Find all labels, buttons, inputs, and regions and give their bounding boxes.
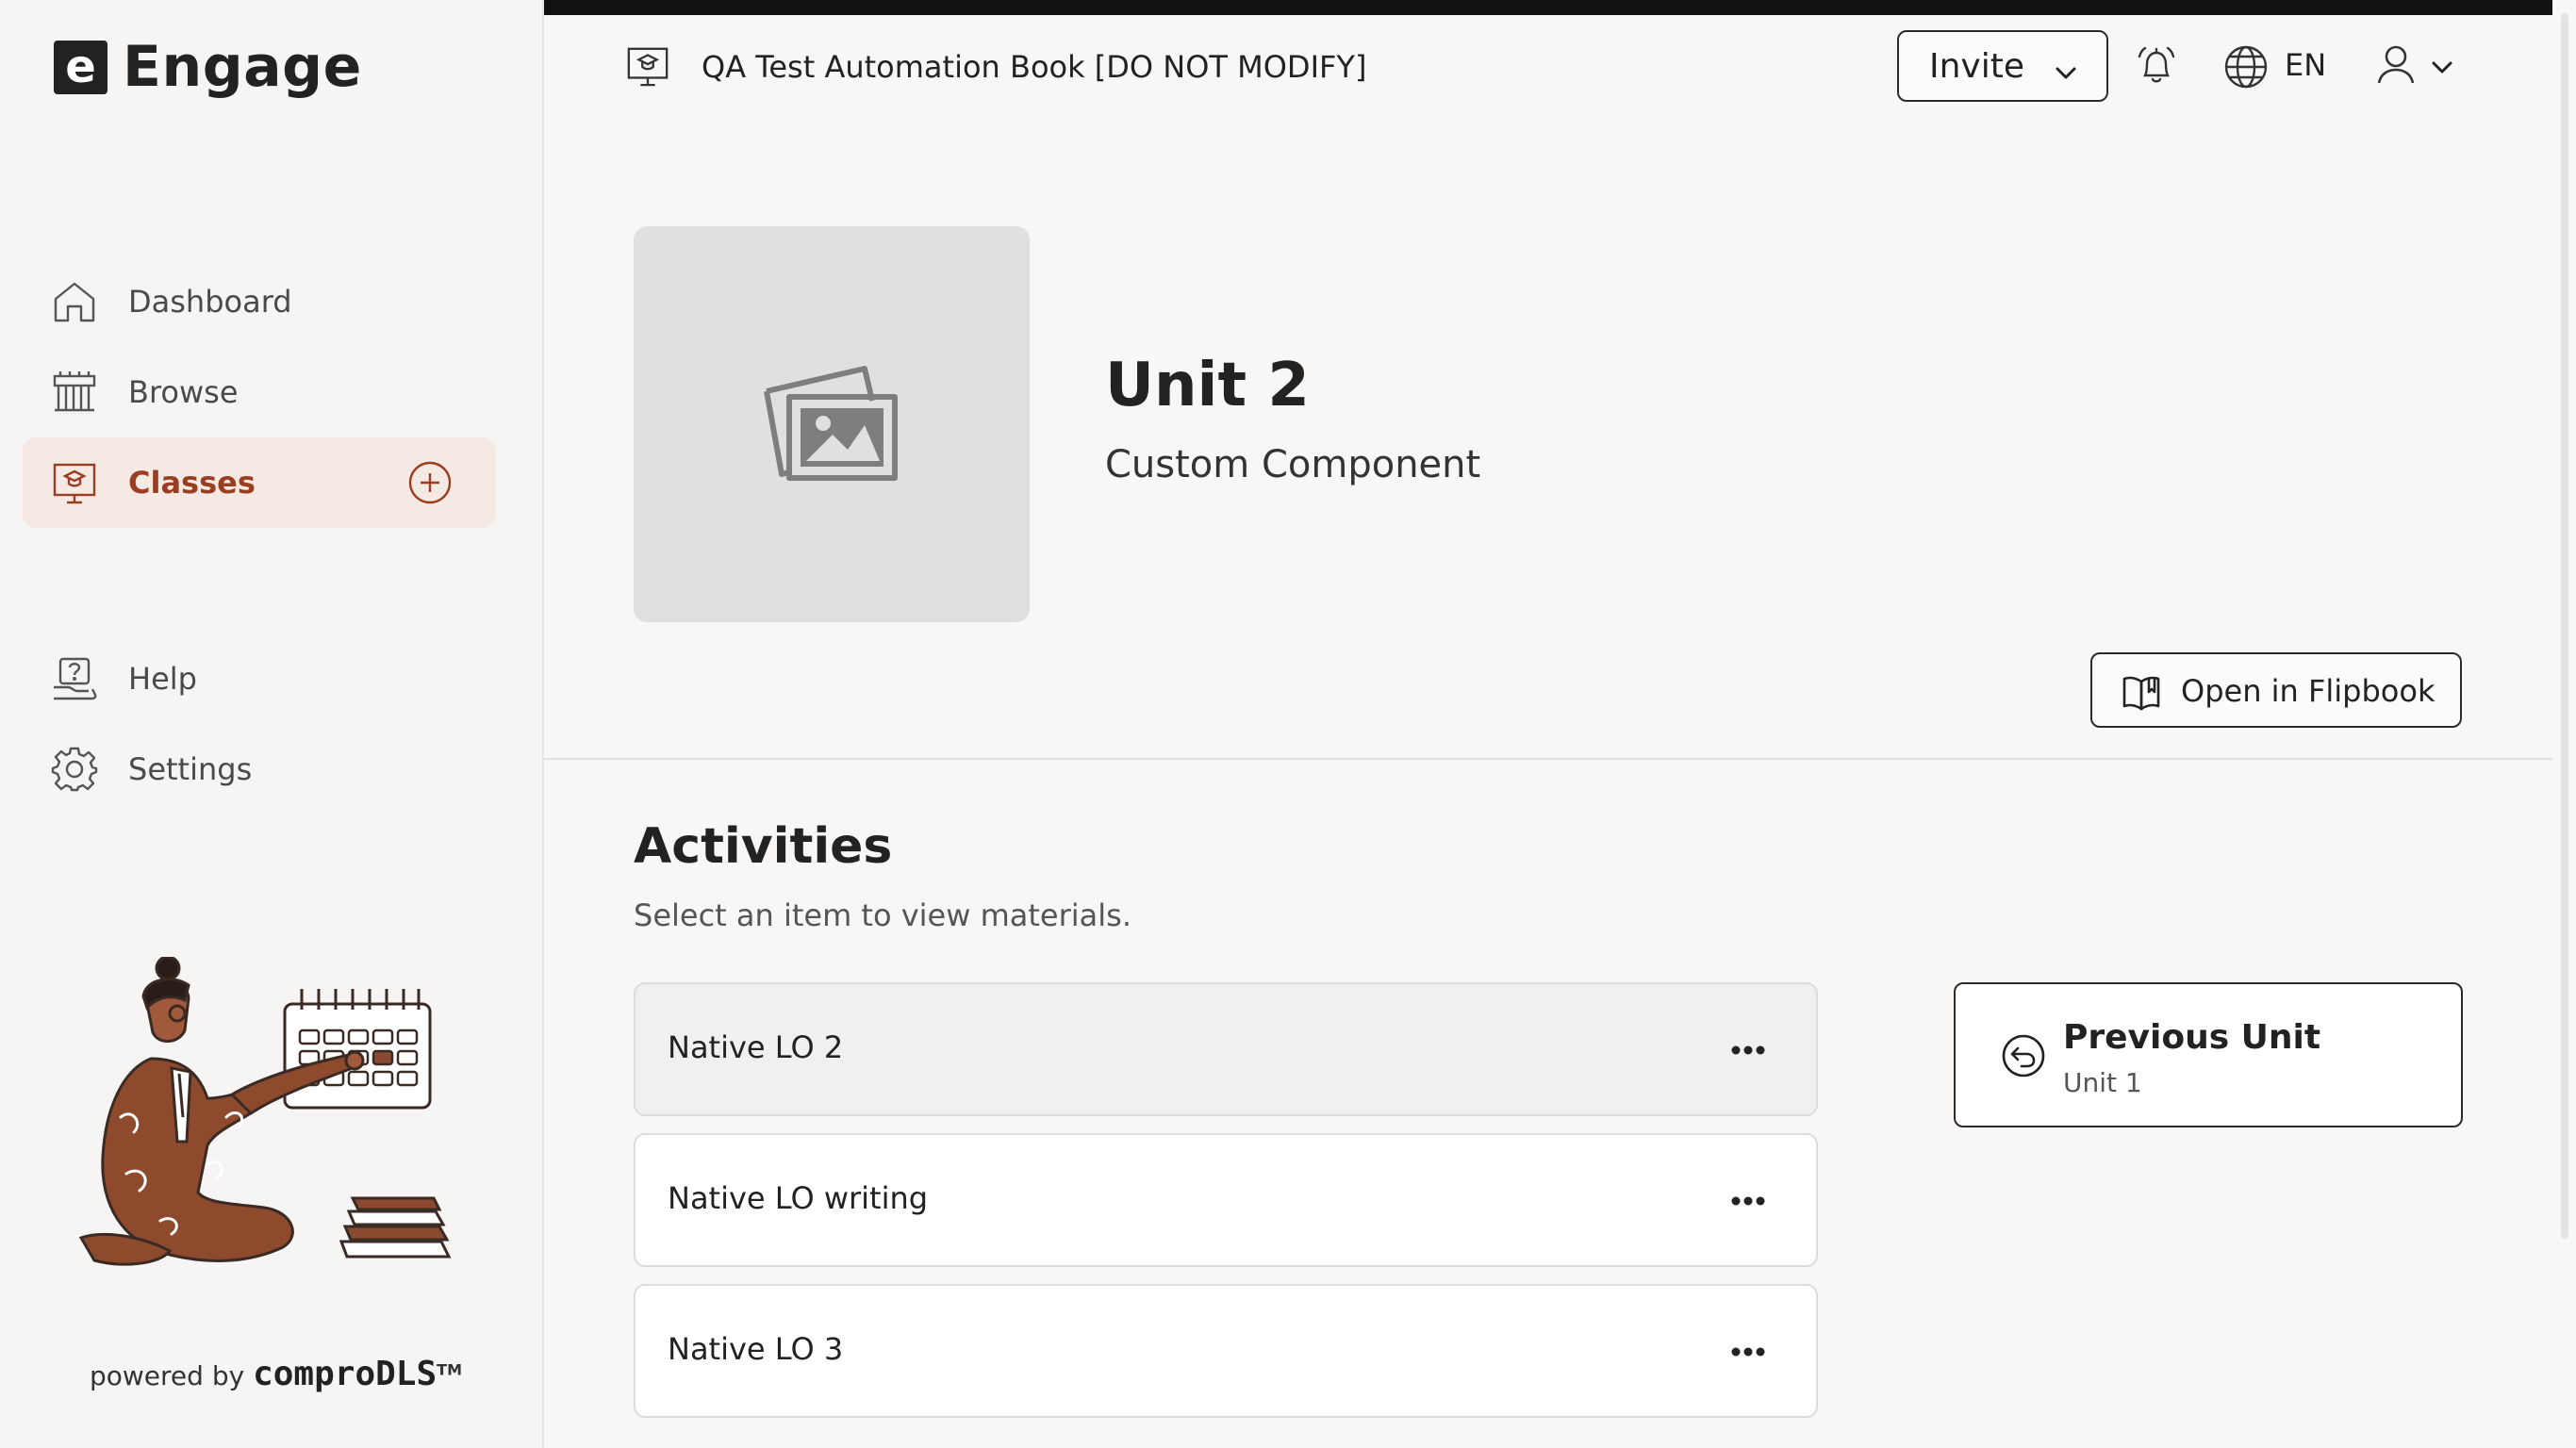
activity-label: Native LO 2 bbox=[668, 1029, 844, 1065]
back-arrow-circle-icon bbox=[2001, 1033, 2046, 1078]
image-placeholder-icon bbox=[764, 366, 898, 481]
invite-button[interactable]: Invite bbox=[1897, 30, 2108, 102]
book-title: QA Test Automation Book [DO NOT MODIFY] bbox=[702, 49, 1367, 85]
header: QA Test Automation Book [DO NOT MODIFY] … bbox=[544, 15, 2552, 119]
powered-brand: comproDLS bbox=[253, 1355, 438, 1393]
gear-icon bbox=[51, 746, 98, 793]
activity-label: Native LO 3 bbox=[668, 1331, 844, 1367]
activity-label: Native LO writing bbox=[668, 1180, 929, 1216]
top-strip bbox=[544, 0, 2552, 15]
chevron-down-icon[interactable] bbox=[2430, 55, 2454, 83]
more-options-icon[interactable] bbox=[1729, 1193, 1767, 1207]
activity-item[interactable]: Native LO writing bbox=[634, 1133, 1818, 1267]
globe-icon[interactable] bbox=[2222, 43, 2270, 90]
sidebar-item-browse[interactable]: Browse bbox=[23, 347, 496, 437]
unit-thumbnail bbox=[634, 226, 1030, 622]
previous-unit-subtitle: Unit 1 bbox=[2063, 1067, 2142, 1098]
add-class-button[interactable] bbox=[407, 460, 453, 505]
powered-by: powered by comproDLSTM bbox=[90, 1355, 462, 1393]
library-icon bbox=[51, 369, 98, 416]
home-icon bbox=[51, 278, 98, 325]
open-book-icon bbox=[2121, 671, 2162, 713]
sidebar-item-label: Browse bbox=[128, 374, 239, 410]
sidebar-item-settings[interactable]: Settings bbox=[23, 724, 496, 814]
classroom-icon bbox=[51, 459, 98, 506]
section-divider bbox=[544, 758, 2552, 760]
sidebar: e Engage Dashboard Browse Classes Help S… bbox=[0, 0, 544, 1448]
sidebar-item-label: Settings bbox=[128, 751, 253, 787]
app-logo[interactable]: e Engage bbox=[54, 34, 362, 100]
activity-item[interactable]: Native LO 3 bbox=[634, 1284, 1818, 1418]
activities-subtitle: Select an item to view materials. bbox=[634, 897, 1131, 933]
scrollbar-thumb[interactable] bbox=[2561, 13, 2568, 1239]
sidebar-item-classes[interactable]: Classes bbox=[23, 437, 496, 528]
teacher-calendar-illustration bbox=[66, 955, 462, 1296]
more-options-icon[interactable] bbox=[1729, 1043, 1767, 1056]
unit-title: Unit 2 bbox=[1105, 351, 1310, 420]
user-icon[interactable] bbox=[2373, 41, 2419, 87]
activities-heading: Activities bbox=[634, 818, 893, 875]
logo-mark: e bbox=[54, 40, 107, 94]
notification-bell-icon[interactable] bbox=[2134, 43, 2179, 89]
classroom-icon bbox=[625, 43, 670, 89]
open-in-flipbook-label: Open in Flipbook bbox=[2181, 673, 2436, 709]
trademark: TM bbox=[437, 1360, 462, 1379]
help-icon bbox=[51, 655, 98, 702]
app-name: Engage bbox=[123, 34, 362, 100]
sidebar-item-help[interactable]: Help bbox=[23, 634, 496, 724]
sidebar-item-label: Help bbox=[128, 661, 197, 697]
sidebar-item-label: Dashboard bbox=[128, 284, 292, 320]
previous-unit-title: Previous Unit bbox=[2063, 1018, 2321, 1057]
sidebar-item-label: Classes bbox=[128, 465, 256, 501]
more-options-icon[interactable] bbox=[1729, 1344, 1767, 1358]
chevron-down-icon bbox=[2054, 55, 2078, 93]
unit-subtitle: Custom Component bbox=[1105, 443, 1481, 486]
previous-unit-button[interactable]: Previous Unit Unit 1 bbox=[1954, 982, 2463, 1127]
activity-item[interactable]: Native LO 2 bbox=[634, 982, 1818, 1116]
invite-label: Invite bbox=[1929, 46, 2025, 86]
powered-prefix: powered by bbox=[90, 1360, 245, 1391]
open-in-flipbook-button[interactable]: Open in Flipbook bbox=[2090, 652, 2462, 728]
sidebar-item-dashboard[interactable]: Dashboard bbox=[23, 256, 496, 347]
language-selector[interactable]: EN bbox=[2285, 47, 2326, 83]
